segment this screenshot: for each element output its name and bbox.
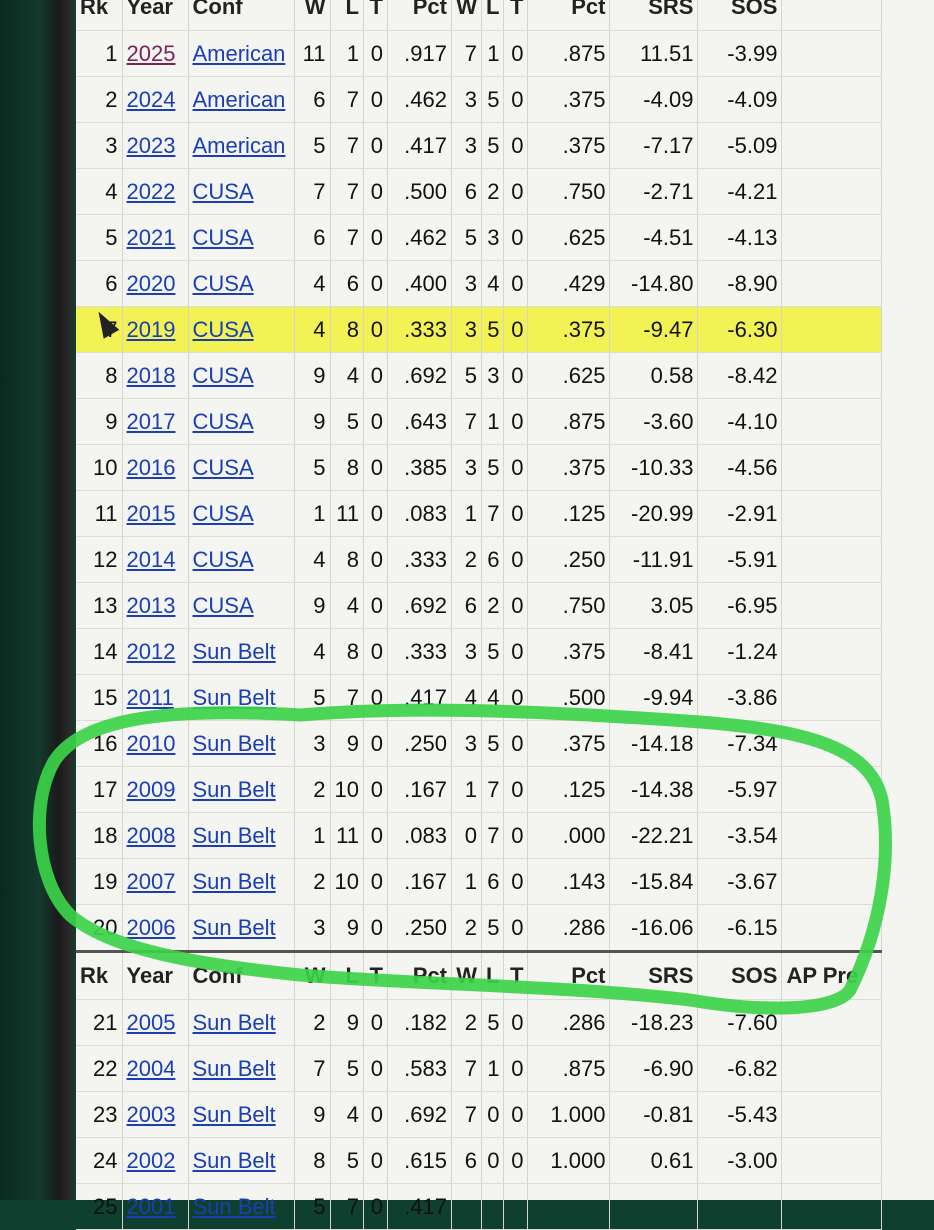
green-freehand-circle-annotation: [32, 703, 892, 1015]
